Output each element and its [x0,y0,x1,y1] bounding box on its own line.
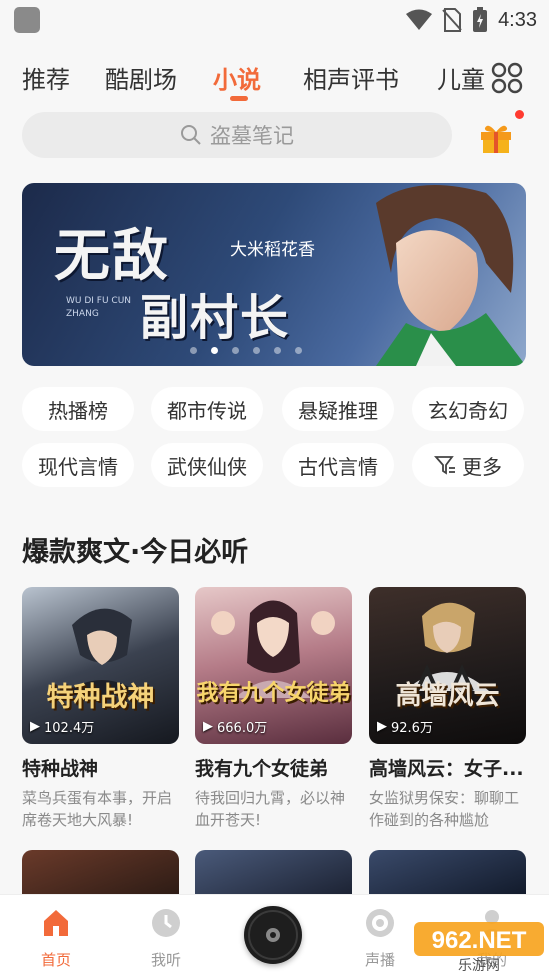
book-cover: 我有九个女徒弟 ▶ 666.0万 [195,587,352,744]
cover-title-text: 特种战神 [46,682,155,713]
section-title: 爆款爽文·今日必听 [22,537,249,568]
more-categories-icon[interactable] [491,62,523,94]
search-icon [181,125,201,145]
search-input[interactable]: 盗墓笔记 [22,112,452,158]
notification-badge [515,110,524,119]
play-count-value: 92.6万 [391,721,433,736]
chip-ancient-romance[interactable]: 古代言情 [282,443,394,487]
wifi-icon [406,9,433,30]
tab-crosstalk[interactable]: 相声评书 [303,60,399,95]
book-cover: 特种战神 ▶ 102.4万 [22,587,179,744]
play-count-value: 102.4万 [44,721,95,736]
search-row: 盗墓笔记 [0,112,549,160]
book-title: 高墙风云：女子... [369,758,524,780]
book-description: 待我回归九霄，必以神血开苍天! [195,789,346,829]
carousel-dot [190,347,197,354]
book-card[interactable]: 我有九个女徒弟 ▶ 666.0万 我有九个女徒弟 待我回归九霄，必以神血开苍天! [195,587,352,831]
watermark-text-top: 962.NET [432,927,527,954]
player-disc-button[interactable] [244,906,302,964]
play-icon: ▶ [30,719,40,734]
tab-children[interactable]: 儿童 [437,60,485,95]
nav-listening[interactable]: 我听 [126,907,206,970]
banner-character-illustration [376,185,526,366]
chip-mystery[interactable]: 悬疑推理 [282,387,394,431]
cover-title-text: 我有九个女徒弟 [196,681,351,706]
top-tabs: 推荐 酷剧场 小说 相声评书 儿童 [0,50,549,106]
banner-carousel[interactable]: 无敌 大米稻花香 副村长 WU DI FU CUN ZHANG [22,183,526,366]
carousel-dot-active [211,347,218,354]
book-cover: 高墙风云 ▶ 92.6万 [369,587,526,744]
status-icons: 4:33 [406,6,537,34]
nav-home-label: 首页 [40,951,71,969]
play-count: ▶ 102.4万 [30,717,94,736]
site-watermark-logo: 962.NET 乐游网 [414,922,544,972]
gift-icon[interactable] [478,120,514,154]
book-cover-partial[interactable] [22,850,179,900]
nav-home[interactable]: 首页 [16,907,96,970]
banner-author: 大米稻花香 [230,240,315,260]
chip-urban-legend[interactable]: 都市传说 [151,387,263,431]
tab-recommend[interactable]: 推荐 [22,60,70,95]
play-icon: ▶ [203,719,213,734]
book-title: 我有九个女徒弟 [195,758,329,780]
carousel-dot [295,347,302,354]
chip-modern-romance[interactable]: 现代言情 [22,443,134,487]
nav-broadcast[interactable]: 声播 [340,907,420,970]
tab-novel[interactable]: 小说 [213,60,261,95]
play-count: ▶ 666.0万 [203,717,267,736]
status-time: 4:33 [498,8,537,31]
play-icon: ▶ [377,719,387,734]
play-count-value: 666.0万 [217,721,268,736]
disc-icon [248,910,298,960]
home-icon [44,910,68,936]
chip-wuxia[interactable]: 武侠仙侠 [151,443,263,487]
book-description: 菜鸟兵蛋有本事，开启席卷天地大风暴! [22,789,173,829]
nav-listening-label: 我听 [150,951,181,969]
active-tab-indicator [230,96,248,101]
nav-broadcast-label: 声播 [364,951,395,969]
watermark-text-bottom: 乐游网 [458,958,500,972]
chip-fantasy[interactable]: 玄幻奇幻 [412,387,524,431]
carousel-dots [190,347,302,354]
carousel-dot [253,347,260,354]
chip-more[interactable]: 更多 [412,443,524,487]
clock-icon [152,909,180,937]
cover-title-text: 高墙风云 [395,681,500,711]
app-notification-icon [14,7,40,33]
book-cover-partial[interactable] [369,850,526,900]
book-card[interactable]: 高墙风云 ▶ 92.6万 高墙风云：女子... 女监狱男保安：聊聊工作碰到的各种尴… [369,587,526,831]
status-bar: 4:33 [0,0,549,40]
chip-more-label: 更多 [462,454,502,479]
carousel-dot [232,347,239,354]
battery-icon [473,7,488,32]
carousel-dot [274,347,281,354]
banner-title-line2: 副村长 [140,290,291,346]
chip-hot-chart[interactable]: 热播榜 [22,387,134,431]
banner-pinyin: WU DI FU CUN ZHANG [66,296,132,319]
book-description: 女监狱男保安：聊聊工作碰到的各种尴尬 [369,789,520,829]
tab-drama[interactable]: 酷剧场 [105,60,177,95]
play-count: ▶ 92.6万 [377,717,433,736]
sim-off-icon [442,8,462,32]
broadcast-icon [366,909,394,937]
filter-icon [434,456,455,475]
search-placeholder: 盗墓笔记 [210,124,294,148]
book-cover-partial[interactable] [195,850,352,900]
book-card[interactable]: 特种战神 ▶ 102.4万 特种战神 菜鸟兵蛋有本事，开启席卷天地大风暴! [22,587,179,831]
book-title: 特种战神 [22,758,99,780]
